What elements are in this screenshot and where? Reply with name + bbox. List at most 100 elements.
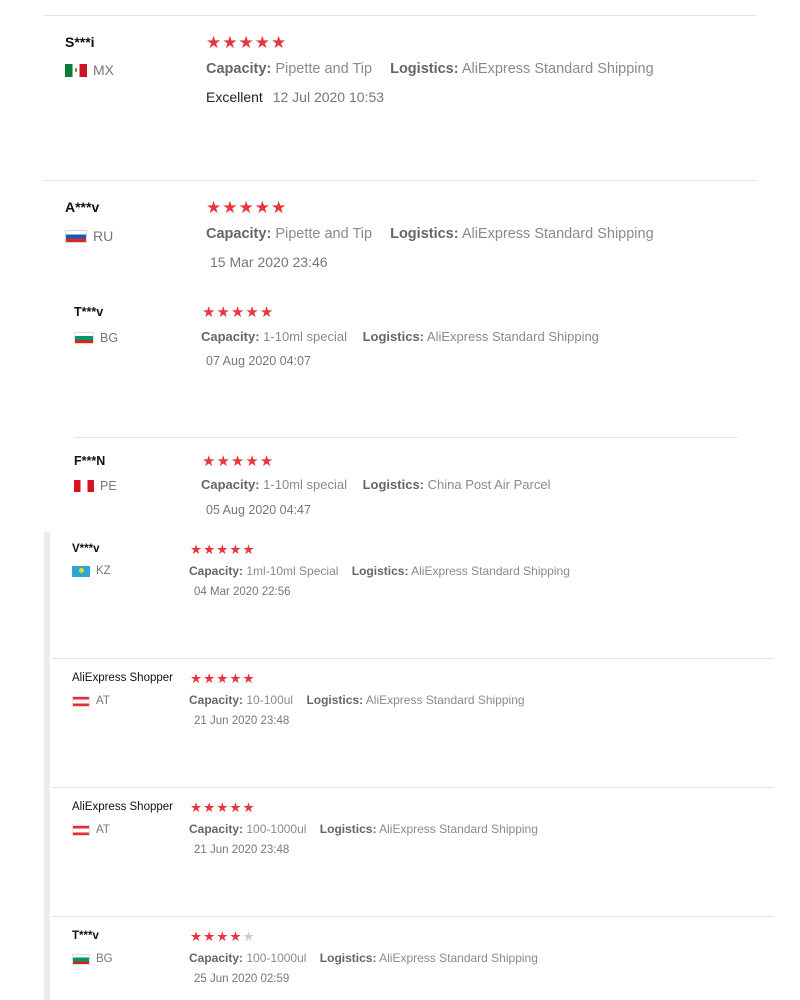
- star-rating: ★ ★ ★ ★ ★: [190, 543, 256, 557]
- capacity-value: 1-10ml special: [263, 477, 347, 492]
- review-date-row: 07 Aug 2020 04:07: [206, 354, 311, 368]
- reviewer-country: AT: [72, 824, 110, 836]
- russia-flag-icon: [65, 229, 87, 243]
- star-filled-icon: ★: [206, 198, 222, 217]
- review-date-row: 04 Mar 2020 22:56: [194, 586, 291, 598]
- capacity-value: 10-100ul: [246, 693, 294, 707]
- review-date: 04 Mar 2020 22:56: [194, 586, 291, 598]
- reviewer-country: RU: [65, 228, 113, 244]
- review-sku-info: Capacity: 100-1000ul Logistics: AliExpre…: [189, 822, 538, 836]
- feedback-text: Excellent: [206, 89, 263, 105]
- star-rating: ★ ★ ★ ★ ★: [206, 199, 287, 216]
- logistics-value: AliExpress Standard Shipping: [426, 329, 599, 344]
- reviewer-name: S***i: [65, 34, 95, 50]
- star-filled-icon: ★: [222, 198, 238, 217]
- star-filled-icon: ★: [242, 800, 255, 815]
- star-filled-icon: ★: [229, 800, 242, 815]
- capacity-value: 100-1000ul: [246, 951, 307, 965]
- star-filled-icon: ★: [190, 800, 203, 815]
- star-filled-icon: ★: [203, 671, 216, 686]
- star-filled-icon: ★: [229, 542, 242, 557]
- review-date: 05 Aug 2020 04:47: [206, 503, 311, 517]
- logistics-value: China Post Air Parcel: [427, 477, 551, 492]
- mexico-flag-icon: [65, 63, 87, 77]
- review-date: 12 Jul 2020 10:53: [272, 89, 385, 105]
- reviewer-country: BG: [72, 953, 113, 965]
- star-filled-icon: ★: [245, 304, 259, 321]
- review-date-row: 25 Jun 2020 02:59: [194, 973, 289, 985]
- country-code: AT: [96, 695, 110, 707]
- star-filled-icon: ★: [203, 542, 216, 557]
- divider-top: [44, 15, 756, 16]
- star-filled-icon: ★: [203, 800, 216, 815]
- star-filled-icon: ★: [190, 671, 203, 686]
- review-date: 21 Jun 2020 23:48: [194, 715, 290, 727]
- star-filled-icon: ★: [238, 33, 254, 52]
- star-filled-icon: ★: [242, 671, 255, 686]
- review-date-row: 21 Jun 2020 23:48: [194, 844, 289, 856]
- country-code: BG: [100, 331, 119, 345]
- austria-flag-icon: [72, 824, 90, 836]
- logistics-label: Logistics:: [351, 564, 409, 578]
- capacity-value: Pipette and Tip: [275, 226, 373, 242]
- logistics-value: AliExpress Standard Shipping: [411, 564, 570, 578]
- reviewer-country: PE: [74, 479, 117, 493]
- logistics-value: AliExpress Standard Shipping: [379, 951, 538, 965]
- logistics-label: Logistics:: [362, 329, 425, 344]
- star-rating: ★ ★ ★ ★ ★: [190, 801, 256, 815]
- logistics-label: Logistics:: [362, 477, 425, 492]
- review-date-row: 21 Jun 2020 23:48: [194, 715, 289, 727]
- star-filled-icon: ★: [190, 542, 203, 557]
- review-sku-info: Capacity: 10-100ul Logistics: AliExpress…: [189, 693, 525, 707]
- star-filled-icon: ★: [238, 198, 254, 217]
- review-date-row: 05 Aug 2020 04:47: [206, 503, 311, 517]
- review-sku-info: Capacity: 100-1000ul Logistics: AliExpre…: [189, 951, 538, 965]
- capacity-label: Capacity:: [189, 822, 244, 836]
- review-sku-info: Capacity: 1-10ml special Logistics: AliE…: [201, 329, 599, 344]
- reviewer-name: AliExpress Shopper: [72, 801, 173, 813]
- capacity-value: 1-10ml special: [263, 329, 347, 344]
- star-empty-icon: ★: [242, 929, 255, 944]
- reviewer-name: A***v: [65, 199, 100, 215]
- review-sku-info: Capacity: 1-10ml special Logistics: Chin…: [201, 477, 550, 492]
- review-sku-info: Capacity: 1ml-10ml Special Logistics: Al…: [189, 564, 570, 578]
- country-code: RU: [93, 228, 114, 244]
- country-code: BG: [96, 953, 113, 965]
- capacity-label: Capacity:: [189, 564, 244, 578]
- star-filled-icon: ★: [242, 542, 255, 557]
- bulgaria-flag-icon: [72, 953, 90, 965]
- star-filled-icon: ★: [206, 33, 222, 52]
- capacity-value: 1ml-10ml Special: [246, 564, 339, 578]
- peru-flag-icon: [74, 480, 94, 492]
- reviewer-name: T***v: [72, 930, 99, 942]
- review-date-row: 15 Mar 2020 23:46: [210, 254, 328, 270]
- star-filled-icon: ★: [230, 304, 245, 321]
- star-rating: ★ ★ ★ ★ ★: [190, 930, 256, 944]
- star-rating: ★ ★ ★ ★ ★: [202, 305, 274, 320]
- logistics-label: Logistics:: [319, 822, 377, 836]
- star-filled-icon: ★: [216, 542, 229, 557]
- star-filled-icon: ★: [222, 33, 238, 52]
- divider: [44, 180, 756, 181]
- star-filled-icon: ★: [254, 198, 270, 217]
- country-code: AT: [96, 824, 110, 836]
- star-filled-icon: ★: [271, 198, 287, 217]
- reviewer-name: V***v: [72, 543, 100, 555]
- review-date: 15 Mar 2020 23:46: [210, 254, 328, 270]
- capacity-value: 100-1000ul: [246, 822, 307, 836]
- star-filled-icon: ★: [216, 800, 229, 815]
- review-date: 07 Aug 2020 04:07: [206, 354, 311, 368]
- austria-flag-icon: [72, 695, 90, 707]
- star-filled-icon: ★: [216, 929, 229, 944]
- star-filled-icon: ★: [271, 33, 287, 52]
- logistics-label: Logistics:: [319, 951, 377, 965]
- reviewer-country: KZ: [72, 565, 111, 577]
- star-filled-icon: ★: [202, 304, 216, 321]
- reviewer-name: F***N: [74, 454, 106, 468]
- star-filled-icon: ★: [229, 929, 242, 944]
- logistics-label: Logistics:: [390, 226, 459, 242]
- star-filled-icon: ★: [230, 453, 245, 470]
- star-rating: ★ ★ ★ ★ ★: [202, 454, 274, 469]
- review-date: 21 Jun 2020 23:48: [194, 844, 290, 856]
- logistics-value: AliExpress Standard Shipping: [461, 226, 654, 242]
